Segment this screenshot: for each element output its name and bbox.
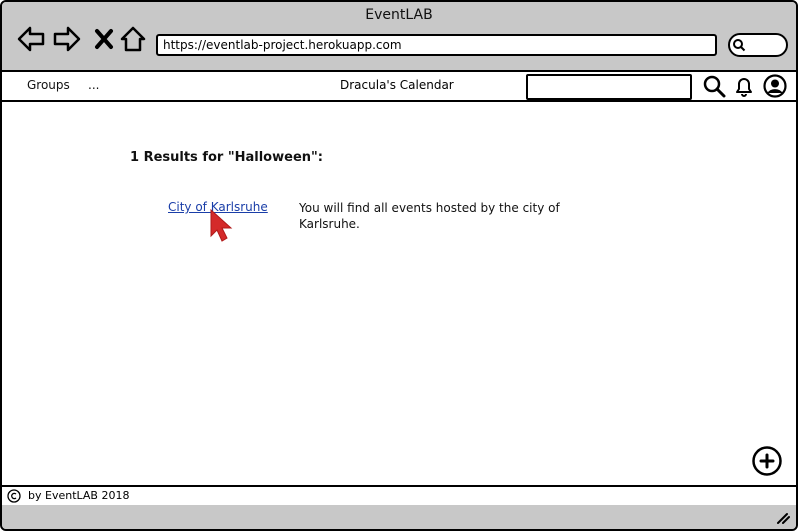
- address-bar[interactable]: https://eventlab-project.herokuapp.com: [156, 34, 717, 56]
- footer: by EventLAB 2018: [2, 485, 796, 507]
- result-description: You will find all events hosted by the c…: [299, 201, 560, 231]
- search-results-content: 1 Results for "Halloween": City of Karls…: [2, 102, 796, 485]
- browser-titlebar: EventLAB https://eventlab-project.heroku…: [2, 2, 796, 70]
- magnifier-icon: [733, 39, 746, 52]
- menu-item-more[interactable]: ...: [88, 78, 99, 92]
- menu-item-groups[interactable]: Groups: [27, 78, 70, 92]
- copyright-icon: [7, 489, 21, 503]
- results-heading: 1 Results for "Halloween":: [130, 150, 323, 165]
- browser-window: EventLAB https://eventlab-project.heroku…: [0, 0, 798, 531]
- mouse-cursor-icon: [210, 208, 233, 242]
- user-avatar-icon[interactable]: [763, 74, 787, 98]
- close-x-icon[interactable]: [90, 24, 120, 54]
- bell-icon[interactable]: [732, 74, 756, 98]
- app-menubar: Groups ... Dracula's Calendar: [2, 70, 796, 102]
- page-title: Dracula's Calendar: [340, 78, 454, 92]
- back-arrow-icon[interactable]: [16, 24, 46, 54]
- resize-grip-icon[interactable]: [776, 512, 790, 524]
- search-input[interactable]: [526, 74, 692, 100]
- search-icon[interactable]: [702, 74, 726, 98]
- forward-arrow-icon[interactable]: [52, 24, 82, 54]
- window-title: EventLAB: [365, 7, 433, 23]
- footer-text: by EventLAB 2018: [28, 489, 130, 502]
- add-plus-icon[interactable]: [752, 446, 782, 476]
- browser-search-pill[interactable]: [728, 33, 788, 57]
- status-bar: [2, 505, 796, 529]
- home-icon[interactable]: [118, 24, 148, 54]
